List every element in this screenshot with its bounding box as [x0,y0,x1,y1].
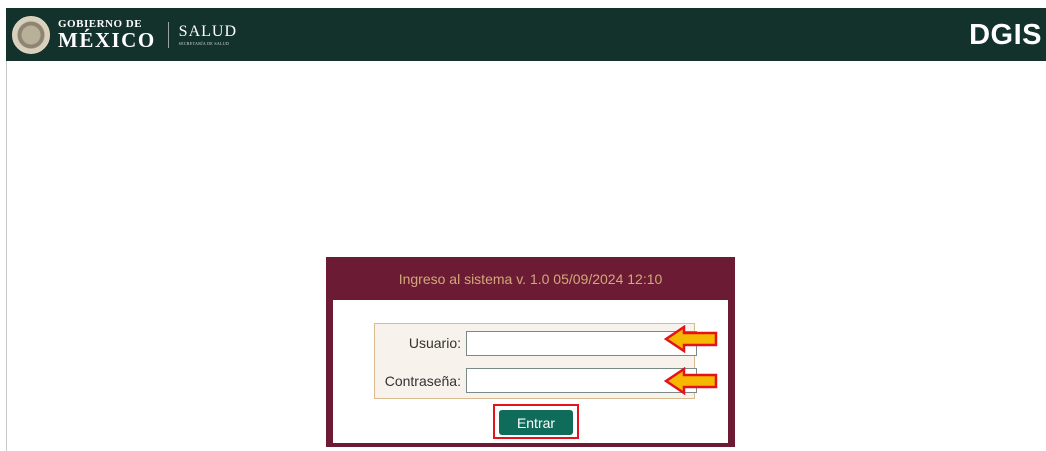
top-header: GOBIERNO DE MÉXICO SALUD SECRETARÍA DE S… [6,8,1046,61]
salud-logo: SALUD SECRETARÍA DE SALUD [178,22,238,46]
gobierno-de-mexico-logo: GOBIERNO DE MÉXICO [58,18,156,52]
submit-highlight-box: Entrar [493,404,579,439]
salud-title: SALUD [178,22,238,40]
logo-separator [167,21,169,48]
password-label: Contraseña: [384,373,461,389]
password-input[interactable] [466,368,697,393]
logo-line2: MÉXICO [58,27,156,52]
arrow-left-icon [664,367,718,395]
entrar-button[interactable]: Entrar [499,410,573,435]
dgis-brand: DGIS [969,19,1042,51]
login-title: Ingreso al sistema v. 1.0 05/09/2024 12:… [398,271,663,287]
arrow-left-icon [664,325,718,353]
username-input[interactable] [466,331,697,356]
salud-subtitle: SECRETARÍA DE SALUD [178,40,230,46]
credentials-box: Usuario: Contraseña: [374,323,697,399]
national-seal-icon [12,15,50,54]
username-label: Usuario: [408,335,461,351]
page-left-border [6,8,7,451]
